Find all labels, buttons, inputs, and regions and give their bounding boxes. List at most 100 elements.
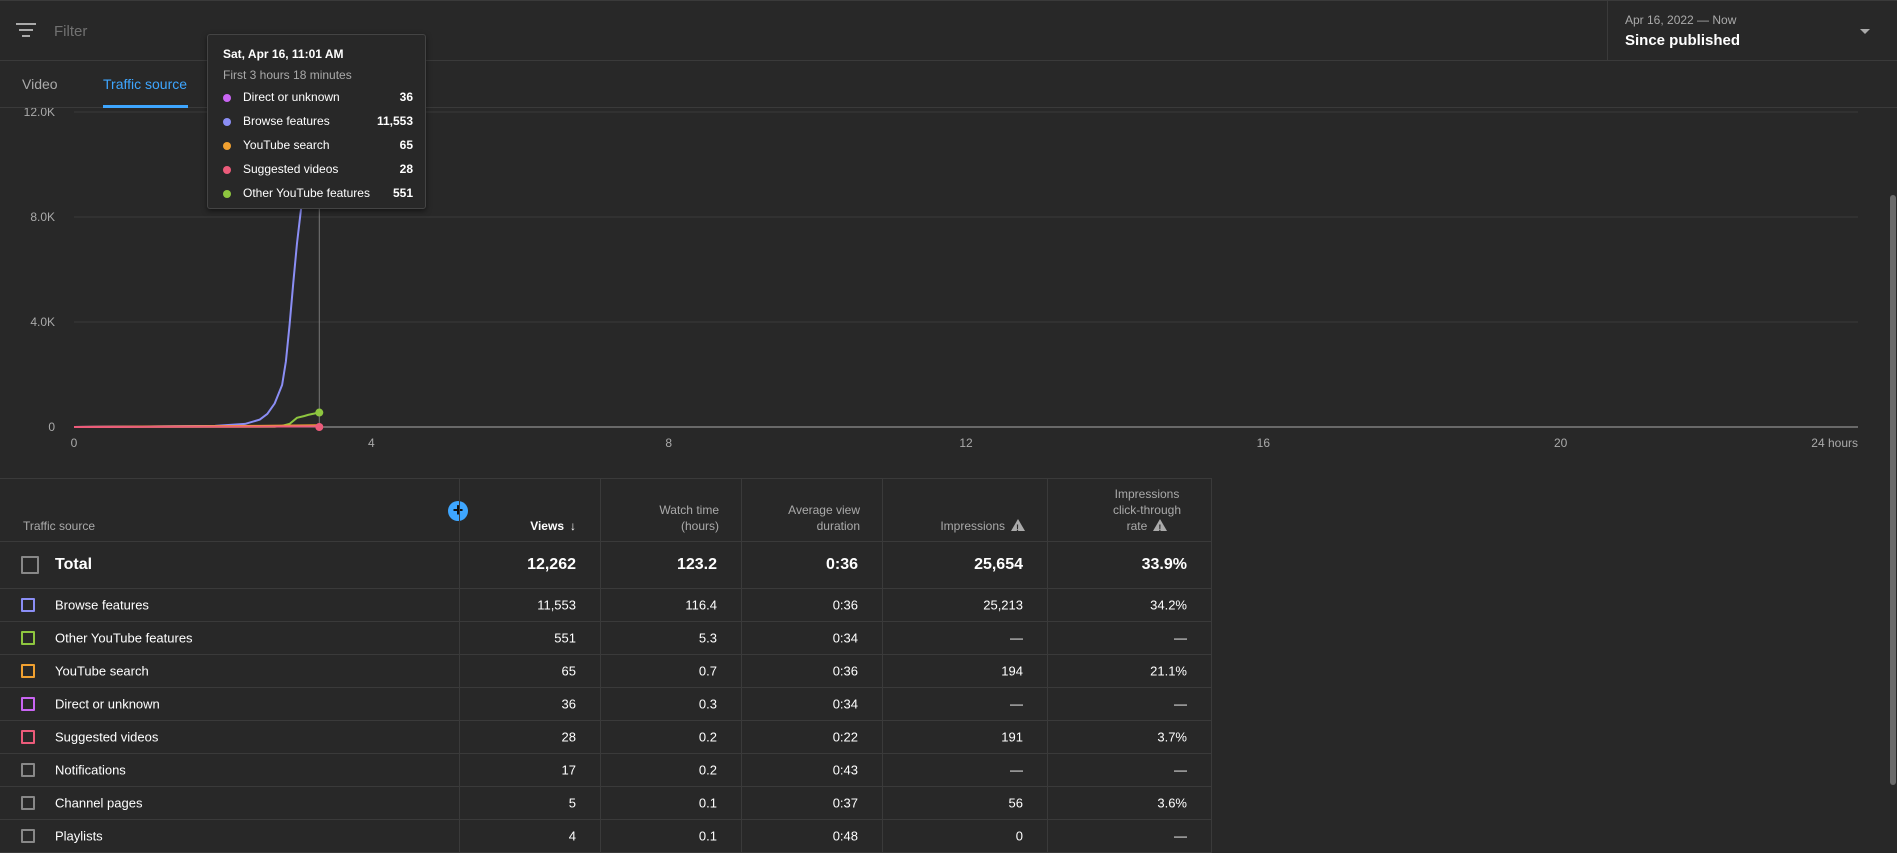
y-tick-label: 0	[48, 420, 55, 434]
row-name: Notifications	[55, 762, 126, 778]
ctr-value: 33.9%	[1141, 556, 1187, 573]
tab-video[interactable]: Video	[22, 76, 58, 92]
avg-duration-value: 0:37	[832, 795, 858, 811]
row-name: Total	[55, 556, 93, 573]
row-name: Browse features	[55, 597, 149, 613]
y-tick-label: 4.0K	[30, 315, 55, 329]
date-range-text: Apr 16, 2022 — Now	[1625, 13, 1737, 27]
warning-icon[interactable]	[1011, 519, 1025, 536]
views-value: 17	[561, 762, 576, 778]
tooltip-row: YouTube search 65	[223, 138, 413, 154]
ctr-value: —	[1174, 696, 1187, 712]
tooltip-series-name: Suggested videos	[243, 162, 339, 176]
watch-time-value: 0.2	[698, 729, 717, 745]
x-tick-label: 8	[665, 436, 672, 450]
tooltip-series-value: 551	[392, 186, 413, 200]
column-header-source: Traffic source	[23, 519, 96, 533]
tooltip-series-name: Direct or unknown	[243, 90, 340, 104]
scrollbar-thumb[interactable]	[1890, 195, 1896, 785]
table-row[interactable]: Channel pages 5 0.1 0:37 56 3.6%	[0, 787, 1212, 820]
views-value: 11,553	[537, 597, 576, 613]
ctr-value: —	[1174, 630, 1187, 646]
date-range-picker[interactable]: Apr 16, 2022 — Now Since published	[1607, 1, 1897, 61]
filter-icon[interactable]	[16, 23, 36, 39]
avg-duration-value: 0:36	[832, 663, 858, 679]
sort-down-arrow-icon: ↓	[570, 519, 576, 533]
views-value: 5	[568, 795, 576, 811]
warning-icon[interactable]	[1153, 519, 1168, 536]
x-tick-label: 0	[71, 436, 78, 450]
column-header-views[interactable]: Views ↓	[459, 479, 600, 541]
table-row[interactable]: Suggested videos 28 0.2 0:22 191 3.7%	[0, 721, 1212, 754]
watch-time-value: 123.2	[676, 556, 717, 573]
row-name: Channel pages	[55, 795, 143, 811]
table-row-total: Total 12,262 123.2 0:36 25,654 33.9%	[0, 542, 1212, 589]
tooltip-series-name: Browse features	[243, 114, 330, 128]
x-tick-label: 4	[368, 436, 375, 450]
filter-input[interactable]: Filter	[54, 23, 87, 40]
column-header-impressions[interactable]: Impressions	[882, 479, 1047, 541]
watch-time-value: 0.2	[698, 762, 717, 778]
y-tick-label: 8.0K	[30, 210, 55, 224]
ctr-value: 34.2%	[1150, 597, 1187, 613]
ctr-value: 3.7%	[1157, 729, 1187, 745]
table-header: Traffic source + Views ↓ Watch time (hours…	[0, 478, 1212, 542]
series-point	[315, 408, 324, 417]
table-row[interactable]: YouTube search 65 0.7 0:36 194 21.1%	[0, 655, 1212, 688]
tooltip-row: Other YouTube features 551	[223, 186, 413, 202]
views-value: 65	[561, 663, 576, 679]
row-checkbox[interactable]	[21, 796, 35, 810]
x-tick-label: 16	[1257, 436, 1271, 450]
table-row[interactable]: Playlists 4 0.1 0:48 0 —	[0, 820, 1212, 853]
impressions-value: —	[1010, 630, 1023, 646]
series-dot-icon	[223, 166, 231, 174]
ctr-value: 3.6%	[1157, 795, 1187, 811]
total-checkbox[interactable]	[21, 556, 39, 574]
table-row[interactable]: Notifications 17 0.2 0:43 — —	[0, 754, 1212, 787]
row-checkbox[interactable]	[21, 829, 35, 843]
row-checkbox[interactable]	[21, 763, 35, 777]
watch-time-value: 0.7	[698, 663, 717, 679]
series-dot-icon	[223, 190, 231, 198]
ctr-value: —	[1174, 762, 1187, 778]
avg-duration-value: 0:43	[832, 762, 858, 778]
dropdown-arrow-icon	[1860, 29, 1870, 34]
y-tick-label: 12.0K	[24, 108, 55, 119]
column-header-avg-duration[interactable]: Average view duration	[741, 479, 882, 541]
tooltip-series-name: YouTube search	[243, 138, 330, 152]
x-tick-label: 12	[959, 436, 973, 450]
row-name: Direct or unknown	[55, 696, 160, 712]
impressions-value: 0	[1015, 828, 1023, 844]
row-checkbox[interactable]	[21, 664, 35, 678]
table-row[interactable]: Other YouTube features 551 5.3 0:34 — —	[0, 622, 1212, 655]
watch-time-value: 0.1	[698, 828, 717, 844]
row-checkbox[interactable]	[21, 631, 35, 645]
tooltip-row: Browse features 11,553	[223, 114, 413, 130]
avg-duration-value: 0:34	[832, 696, 858, 712]
row-checkbox[interactable]	[21, 697, 35, 711]
watch-time-value: 0.3	[698, 696, 717, 712]
impressions-value: 194	[1001, 663, 1023, 679]
x-tick-label: 20	[1554, 436, 1568, 450]
impressions-value: —	[1010, 762, 1023, 778]
ctr-value: 21.1%	[1150, 663, 1187, 679]
column-header-ctr[interactable]: Impressions click-through rate	[1047, 479, 1212, 541]
avg-duration-value: 0:22	[832, 729, 858, 745]
row-checkbox[interactable]	[21, 598, 35, 612]
table-row[interactable]: Browse features 11,553 116.4 0:36 25,213 34.2…	[0, 589, 1212, 622]
date-range-label: Since published	[1625, 32, 1741, 49]
row-checkbox[interactable]	[21, 730, 35, 744]
row-name: YouTube search	[55, 663, 149, 679]
table-row[interactable]: Direct or unknown 36 0.3 0:34 — —	[0, 688, 1212, 721]
series-dot-icon	[223, 94, 231, 102]
tab-traffic-source[interactable]: Traffic source	[103, 76, 187, 92]
tooltip-series-name: Other YouTube features	[243, 186, 370, 200]
tooltip-series-value: 28	[399, 162, 413, 176]
views-value: 551	[554, 630, 576, 646]
views-value: 4	[568, 828, 576, 844]
views-value: 36	[561, 696, 576, 712]
row-name: Suggested videos	[55, 729, 159, 745]
column-header-watch-time[interactable]: Watch time (hours)	[600, 479, 741, 541]
impressions-value: 56	[1008, 795, 1023, 811]
views-value: 12,262	[527, 556, 576, 573]
